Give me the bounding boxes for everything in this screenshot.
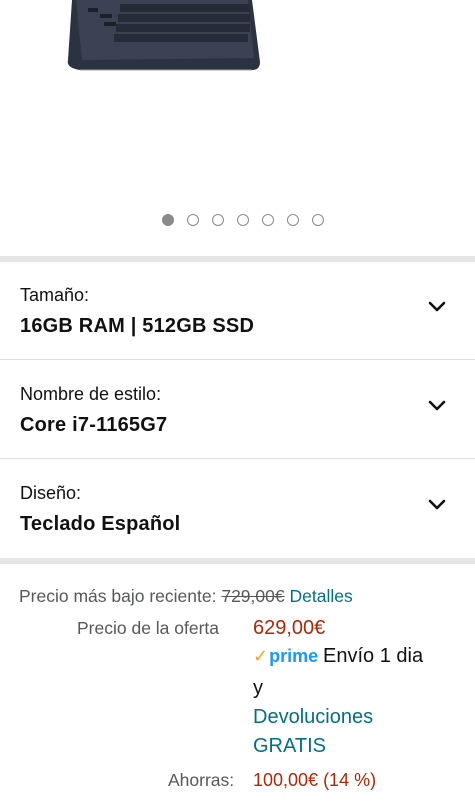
- details-link[interactable]: Detalles: [289, 586, 352, 606]
- chevron-down-icon[interactable]: [427, 300, 447, 314]
- prime-logo-icon[interactable]: ✓ prime: [253, 646, 318, 667]
- and-text-cell: y: [253, 677, 263, 700]
- offer-label-cell: Precio de la oferta: [77, 618, 219, 639]
- variation-design-selector[interactable]: Diseño: Teclado Español: [0, 460, 475, 558]
- savings-label: Ahorras:: [168, 770, 235, 790]
- recent-low-label: Precio más bajo reciente:: [19, 586, 217, 606]
- check-icon: ✓: [253, 646, 269, 666]
- savings-value-cell: 100,00€ (14 %): [253, 770, 376, 791]
- carousel-dot[interactable]: [236, 214, 249, 226]
- offer-price-cell: 629,00€: [253, 617, 325, 640]
- carousel-dot[interactable]: [311, 214, 324, 226]
- carousel-dot[interactable]: [161, 214, 174, 226]
- section-divider: [0, 558, 475, 564]
- variation-value: Core i7-1165G7: [20, 414, 168, 436]
- carousel-dot[interactable]: [211, 214, 224, 226]
- variation-size-selector[interactable]: Tamaño: 16GB RAM | 512GB SSD: [0, 262, 475, 360]
- offer-label: Precio de la oferta: [77, 618, 220, 638]
- variation-style-selector[interactable]: Nombre de estilo: Core i7-1165G7: [0, 361, 475, 459]
- variation-label: Diseño:: [20, 483, 82, 503]
- prime-shipping-row: ✓ prime Envío 1 dia: [253, 645, 423, 668]
- carousel-dot[interactable]: [186, 214, 199, 226]
- recent-low-price: 729,00€: [221, 586, 285, 606]
- chevron-down-icon[interactable]: [427, 399, 447, 413]
- prime-logo-text: prime: [269, 646, 319, 666]
- chevron-down-icon[interactable]: [427, 498, 447, 512]
- variation-label: Tamaño:: [20, 285, 90, 305]
- variation-label: Nombre de estilo:: [20, 384, 162, 404]
- carousel-dot[interactable]: [286, 214, 299, 226]
- variation-value: 16GB RAM | 512GB SSD: [20, 315, 255, 337]
- laptop-product-image[interactable]: [60, 0, 265, 72]
- savings-value: 100,00€ (14 %): [253, 770, 377, 790]
- carousel-indicator: [0, 214, 475, 226]
- carousel-dot[interactable]: [261, 214, 274, 226]
- free-returns-link[interactable]: Devoluciones: [253, 706, 373, 729]
- shipping-text: Envío 1 dia: [323, 645, 424, 667]
- returns-line-2[interactable]: GRATIS: [253, 735, 326, 757]
- and-text: y: [253, 677, 263, 699]
- offer-price: 629,00€: [253, 617, 326, 639]
- savings-label-cell: Ahorras:: [168, 770, 234, 791]
- free-returns-link-2[interactable]: GRATIS: [253, 735, 326, 758]
- variation-value: Teclado Español: [20, 513, 181, 535]
- returns-line-1[interactable]: Devoluciones: [253, 706, 373, 728]
- product-image-carousel[interactable]: [0, 0, 475, 256]
- recent-low-price-row: Precio más bajo reciente: 729,00€ Detall…: [19, 586, 353, 607]
